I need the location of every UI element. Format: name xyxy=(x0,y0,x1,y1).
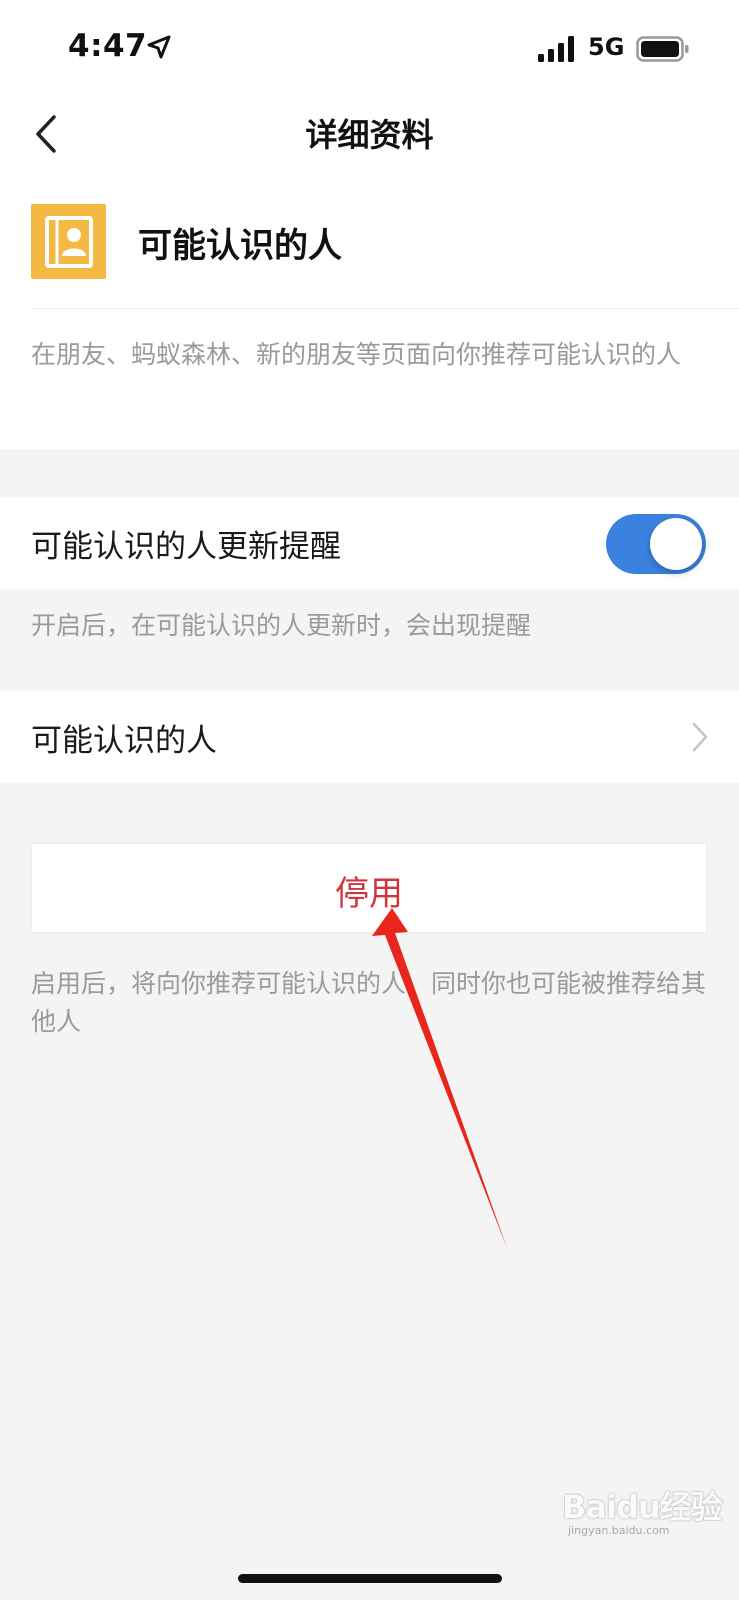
update-reminder-toggle[interactable] xyxy=(606,514,706,574)
divider xyxy=(31,308,739,309)
status-time: 4:47 xyxy=(68,28,148,64)
toggle-knob xyxy=(650,518,702,570)
profile-header: 可能认识的人 在朋友、蚂蚁森林、新的朋友等页面向你推荐可能认识的人 xyxy=(0,176,739,449)
update-reminder-label: 可能认识的人更新提醒 xyxy=(31,529,341,565)
contacts-book-icon xyxy=(31,204,106,279)
nav-bar: 详细资料 xyxy=(0,90,739,176)
disable-button-label: 停用 xyxy=(335,874,403,914)
profile-description: 在朋友、蚂蚁森林、新的朋友等页面向你推荐可能认识的人 xyxy=(31,340,682,369)
status-bar: 4:47 5G xyxy=(0,0,739,90)
watermark-text: Baidu经验 xyxy=(562,1488,723,1526)
update-reminder-row: 可能认识的人更新提醒 xyxy=(0,497,739,589)
disable-button[interactable]: 停用 xyxy=(31,843,707,933)
update-reminder-hint: 开启后，在可能认识的人更新时，会出现提醒 xyxy=(31,611,532,640)
screen: 4:47 5G 详细资料 可能认识的人 在朋友、蚂蚁森林、新的朋友等页面向你推荐… xyxy=(0,0,739,1600)
location-arrow-icon xyxy=(147,35,171,59)
page-title: 详细资料 xyxy=(305,116,434,154)
signal-bars-icon xyxy=(538,36,574,62)
disable-hint: 启用后，将向你推荐可能认识的人，同时你也可能被推荐给其他人 xyxy=(31,969,707,1036)
home-indicator[interactable] xyxy=(238,1574,502,1583)
network-label: 5G xyxy=(588,33,625,61)
people-link-label: 可能认识的人 xyxy=(31,723,217,759)
people-you-may-know-link[interactable]: 可能认识的人 xyxy=(0,691,739,783)
profile-name: 可能认识的人 xyxy=(138,226,342,266)
baidu-watermark: Baidu经验 jingyan.baidu.com xyxy=(562,1470,723,1540)
battery-icon xyxy=(636,36,689,62)
chevron-right-icon xyxy=(692,722,708,752)
watermark-subtext: jingyan.baidu.com xyxy=(568,1524,670,1537)
